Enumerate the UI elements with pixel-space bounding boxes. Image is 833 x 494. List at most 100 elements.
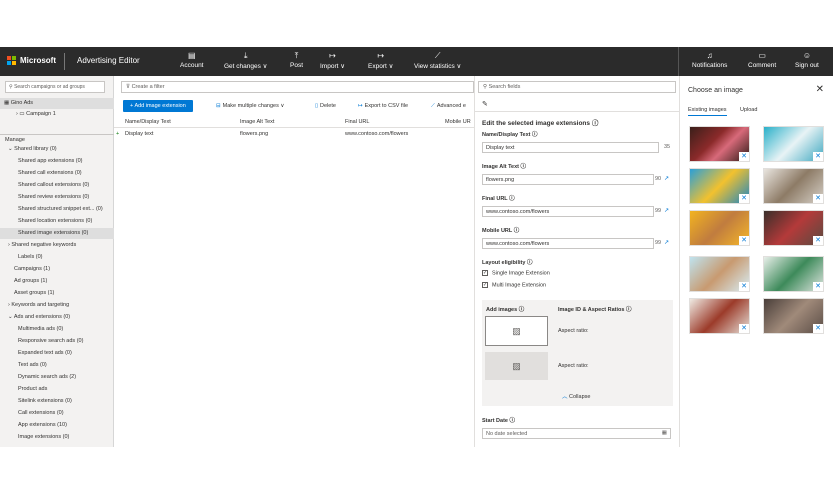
app-title: Advertising Editor xyxy=(77,56,140,65)
get-changes-button[interactable]: ⤓ Get changes ∨ xyxy=(224,50,267,70)
mobile-url-input[interactable]: www.contoso.com/flowers xyxy=(482,238,654,249)
tree-item[interactable]: Image extensions (0) xyxy=(0,432,114,443)
tree-item[interactable]: Text ads (0) xyxy=(0,360,114,371)
tree-item[interactable]: Sitelink extensions (0) xyxy=(0,396,114,407)
cell-alt-text[interactable]: flowers.png xyxy=(240,129,268,140)
campaign-search-input[interactable]: ⚲ Search campaigns or ad groups xyxy=(5,81,105,93)
tree-item[interactable]: App extensions (10) xyxy=(0,420,114,431)
add-image-slot[interactable]: ▨ xyxy=(485,316,548,346)
image-plant-pot[interactable]: ✕ xyxy=(763,256,824,292)
close-icon[interactable]: ✕ xyxy=(813,194,823,203)
tree-item-shared-image-extensions[interactable]: Shared image extensions (0) xyxy=(0,228,114,239)
view-statistics-button[interactable]: ⟋ View statistics ∨ xyxy=(414,50,461,70)
image-placeholder-icon: ▨ xyxy=(512,361,521,371)
tab-upload[interactable]: Upload xyxy=(740,107,757,113)
alt-text-input[interactable]: flowers.png xyxy=(482,174,654,185)
close-icon[interactable]: ✕ xyxy=(813,282,823,291)
close-icon[interactable]: ✕ xyxy=(813,236,823,245)
start-date-input[interactable]: No date selected ▦ xyxy=(482,428,671,439)
cell-name[interactable]: Display text xyxy=(125,129,153,140)
image-kitten-jump[interactable]: ✕ xyxy=(689,256,750,292)
edit-multiple-icon: ⊟ xyxy=(216,103,221,109)
tree-item[interactable]: Product ads xyxy=(0,384,114,395)
tree-item-shared-library[interactable]: ⌄ Shared library (0) xyxy=(0,144,114,155)
column-header[interactable]: Name/Display Text xyxy=(125,117,171,128)
image-camera-red[interactable]: ✕ xyxy=(689,298,750,334)
image-puppy-orange[interactable]: ✕ xyxy=(689,210,750,246)
aspect-ratio-text: Aspect ratio: xyxy=(558,363,589,369)
tree-item[interactable]: Shared call extensions (0) xyxy=(0,168,114,179)
sign-out-button[interactable]: ☺ Sign out xyxy=(795,50,819,69)
image-dog-yellow[interactable]: ✕ xyxy=(689,168,750,204)
tree-item[interactable]: Expanded text ads (0) xyxy=(0,348,114,359)
close-icon[interactable]: ✕ xyxy=(739,236,749,245)
export-csv-button[interactable]: ↦ Export to CSV file xyxy=(358,100,408,112)
close-icon[interactable]: ✕ xyxy=(816,84,824,95)
tree-item[interactable]: Shared location extensions (0) xyxy=(0,216,114,227)
make-multiple-changes-button[interactable]: ⊟ Make multiple changes ∨ xyxy=(216,100,284,112)
add-image-extension-button[interactable]: + Add image extension xyxy=(123,100,193,112)
close-icon[interactable]: ✕ xyxy=(813,152,823,161)
account-button[interactable]: ▤ Account xyxy=(180,50,204,69)
open-link-icon[interactable]: ↗ xyxy=(664,175,669,182)
tree-item[interactable]: Call extensions (0) xyxy=(0,408,114,419)
tree-item[interactable]: Campaigns (1) xyxy=(0,264,114,275)
account-node[interactable]: ▦ Gino Ads xyxy=(0,98,114,109)
advanced-edit-button[interactable]: ⟋ Advanced e xyxy=(431,100,466,112)
download-icon: ⤓ xyxy=(243,51,248,60)
tab-existing-images[interactable]: Existing images xyxy=(688,107,727,116)
search-fields-input[interactable]: ⚲ Search fields xyxy=(478,81,676,93)
image-cat[interactable]: ✕ xyxy=(763,126,824,162)
pencil-icon[interactable]: ✎ xyxy=(482,100,488,108)
column-header[interactable]: Image Alt Text xyxy=(240,117,274,128)
table-row[interactable]: + Display text flowers.png www.contoso.c… xyxy=(114,129,474,140)
tree-item-keywords-targeting[interactable]: › Keywords and targeting xyxy=(0,300,114,311)
name-input[interactable]: Display text xyxy=(482,142,659,153)
close-icon[interactable]: ✕ xyxy=(739,282,749,291)
tree-item[interactable]: Asset groups (1) xyxy=(0,288,114,299)
final-url-input[interactable]: www.contoso.com/flowers xyxy=(482,206,654,217)
calendar-icon[interactable]: ▦ xyxy=(662,430,667,436)
tree-item[interactable]: Shared review extensions (0) xyxy=(0,192,114,203)
collapse-button[interactable]: ︿ Collapse xyxy=(562,392,590,400)
campaign-node[interactable]: › ▭ Campaign 1 xyxy=(0,109,114,120)
filter-input[interactable]: ⊽ Create a filter xyxy=(121,81,474,93)
tree-item-ads-extensions[interactable]: ⌄ Ads and extensions (0) xyxy=(0,312,114,323)
column-header[interactable]: Final URL xyxy=(345,117,369,128)
image-placeholder-icon: ▨ xyxy=(512,326,521,336)
multi-image-checkbox[interactable]: ✓ Multi Image Extension xyxy=(482,282,546,288)
aspect-ratio-text: Aspect ratio: xyxy=(558,328,589,334)
close-icon[interactable]: ✕ xyxy=(739,324,749,333)
column-header[interactable]: Mobile UR xyxy=(445,117,471,128)
image-cat-gray[interactable]: ✕ xyxy=(763,298,824,334)
export-button[interactable]: ↦ Export ∨ xyxy=(368,50,393,70)
close-icon[interactable]: ✕ xyxy=(739,194,749,203)
add-image-slot[interactable]: ▨ xyxy=(485,352,548,380)
close-icon[interactable]: ✕ xyxy=(813,324,823,333)
image-flowers[interactable]: ✕ xyxy=(689,126,750,162)
tree-item[interactable]: Responsive search ads (0) xyxy=(0,336,114,347)
divider xyxy=(64,53,65,70)
single-image-checkbox[interactable]: ✓ Single Image Extension xyxy=(482,270,550,276)
tree-item[interactable]: Shared callout extensions (0) xyxy=(0,180,114,191)
tree-item[interactable]: Multimedia ads (0) xyxy=(0,324,114,335)
image-dog-black[interactable]: ✕ xyxy=(763,210,824,246)
tree-item[interactable]: Shared app extensions (0) xyxy=(0,156,114,167)
tree-item[interactable]: Ad groups (1) xyxy=(0,276,114,287)
image-cat-window[interactable]: ✕ xyxy=(763,168,824,204)
top-bar: Microsoft Advertising Editor ▤ Account ⤓ G… xyxy=(0,47,833,76)
comment-button[interactable]: ▭ Comment xyxy=(748,50,776,69)
cell-final-url[interactable]: www.contoso.com/flowers xyxy=(345,129,408,140)
open-link-icon[interactable]: ↗ xyxy=(664,207,669,214)
tree-item[interactable]: Labels (0) xyxy=(0,252,114,263)
post-button[interactable]: ⤒ Post xyxy=(290,50,303,69)
tree-item[interactable]: Shared structured snippet ext... (0) xyxy=(0,204,114,215)
tree-item-shared-negative-keywords[interactable]: › Shared negative keywords xyxy=(0,240,114,251)
open-link-icon[interactable]: ↗ xyxy=(664,239,669,246)
import-button[interactable]: ↦ Import ∨ xyxy=(320,50,345,70)
delete-button[interactable]: ▯ Delete xyxy=(315,100,336,112)
close-icon[interactable]: ✕ xyxy=(739,152,749,161)
notifications-button[interactable]: ♫ Notifications xyxy=(692,50,727,69)
tree-item[interactable]: Dynamic search ads (2) xyxy=(0,372,114,383)
edit-title: Edit the selected image extensions ⓘ xyxy=(482,120,599,127)
